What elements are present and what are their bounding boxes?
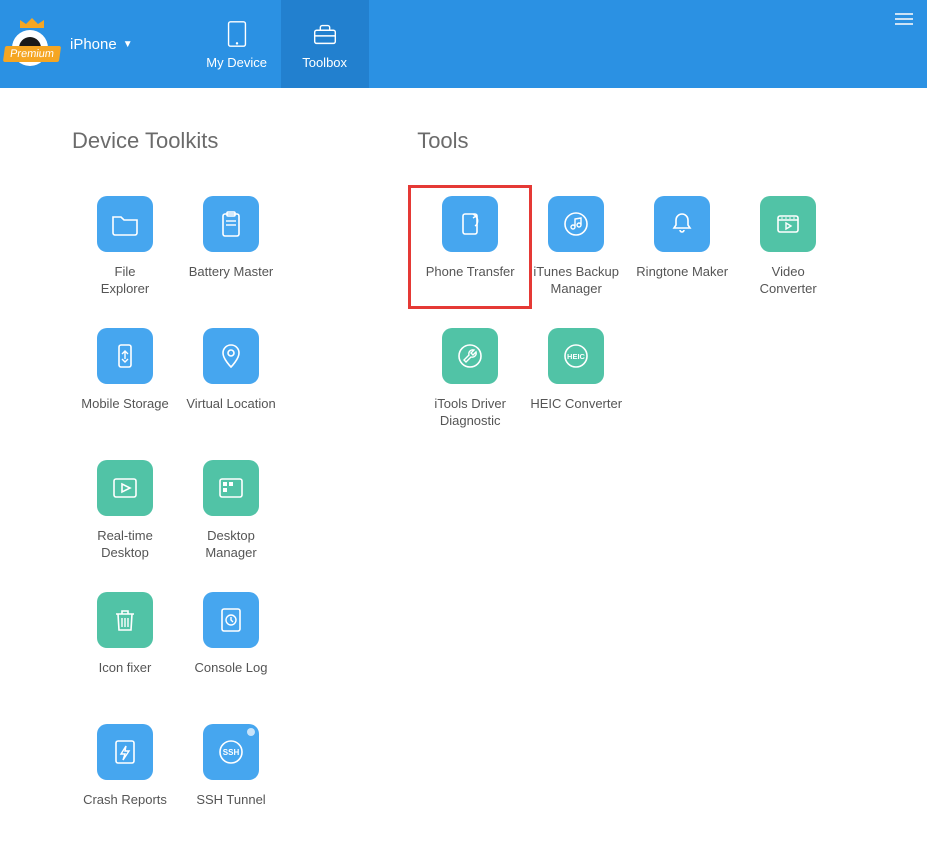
app-header: Premium iPhone ▼ My Device Toolbox [0, 0, 927, 88]
nav-tabs: My Device Toolbox [193, 0, 369, 88]
wrench-icon [442, 328, 498, 384]
tool-label: iTools DriverDiagnostic [434, 396, 506, 430]
location-pin-icon [203, 328, 259, 384]
premium-badge: Premium [3, 46, 61, 62]
toolbox-icon [310, 19, 340, 49]
tool-driver-diagnostic[interactable]: iTools DriverDiagnostic [417, 328, 523, 430]
tool-label: Crash Reports [83, 792, 167, 826]
tool-phone-transfer[interactable]: Phone Transfer [417, 196, 523, 298]
bell-icon [654, 196, 710, 252]
section-title: Device Toolkits [72, 128, 383, 154]
logo-area: Premium iPhone ▼ [0, 0, 133, 88]
tool-label: Phone Transfer [426, 264, 515, 298]
device-selector[interactable]: iPhone ▼ [70, 36, 133, 53]
tool-label: Icon fixer [99, 660, 152, 694]
tool-ringtone-maker[interactable]: Ringtone Maker [629, 196, 735, 298]
toolkit-grid: FileExplorer Battery Master Mobile Stora… [72, 196, 383, 856]
phone-transfer-icon [442, 196, 498, 252]
tool-ssh-tunnel[interactable]: SSH SSH Tunnel [178, 724, 284, 826]
heic-icon: HEIC [548, 328, 604, 384]
play-screen-icon [97, 460, 153, 516]
tool-label: SSH Tunnel [196, 792, 265, 826]
tool-battery-master[interactable]: Battery Master [178, 196, 284, 298]
tool-label: VideoConverter [760, 264, 817, 298]
section-device-toolkits: Device Toolkits FileExplorer Battery Mas… [72, 128, 383, 856]
tool-label: Battery Master [189, 264, 274, 298]
tool-icon-fixer[interactable]: Icon fixer [72, 592, 178, 694]
tool-label: Console Log [195, 660, 268, 694]
usb-drive-icon [97, 328, 153, 384]
tool-label: Ringtone Maker [636, 264, 728, 298]
tool-desktop-manager[interactable]: DesktopManager [178, 460, 284, 562]
tool-label: Virtual Location [186, 396, 275, 430]
main-content: Device Toolkits FileExplorer Battery Mas… [0, 88, 927, 856]
lightning-file-icon [97, 724, 153, 780]
tool-itunes-backup[interactable]: iTunes BackupManager [523, 196, 629, 298]
ssh-icon: SSH [203, 724, 259, 780]
tool-crash-reports[interactable]: Crash Reports [72, 724, 178, 826]
device-name: iPhone [70, 36, 117, 53]
highlight-phone-transfer: Phone Transfer [408, 185, 532, 309]
tool-mobile-storage[interactable]: Mobile Storage [72, 328, 178, 430]
section-title: Tools [417, 128, 867, 154]
tool-console-log[interactable]: Console Log [178, 592, 284, 694]
tool-heic-converter[interactable]: HEIC HEIC Converter [523, 328, 629, 430]
tool-label: HEIC Converter [530, 396, 622, 430]
tool-label: iTunes BackupManager [533, 264, 619, 298]
tab-label: Toolbox [302, 55, 347, 70]
section-tools: Tools Phone Transfer iTunes BackupManage… [417, 128, 867, 856]
clipboard-icon [203, 196, 259, 252]
tool-video-converter[interactable]: VideoConverter [735, 196, 841, 298]
chevron-down-icon: ▼ [123, 39, 133, 50]
tool-label: Real-timeDesktop [97, 528, 153, 562]
tool-realtime-desktop[interactable]: Real-timeDesktop [72, 460, 178, 562]
tool-virtual-location[interactable]: Virtual Location [178, 328, 284, 430]
grid-icon [203, 460, 259, 516]
svg-text:SSH: SSH [223, 748, 240, 757]
clock-file-icon [203, 592, 259, 648]
film-icon [760, 196, 816, 252]
tab-toolbox[interactable]: Toolbox [281, 0, 369, 88]
tools-grid: Phone Transfer iTunes BackupManager Ring… [417, 196, 867, 460]
tool-label: DesktopManager [205, 528, 256, 562]
tablet-icon [222, 19, 252, 49]
trash-icon [97, 592, 153, 648]
menu-icon[interactable] [895, 10, 913, 28]
tab-label: My Device [206, 55, 267, 70]
music-note-icon [548, 196, 604, 252]
tool-label: FileExplorer [101, 264, 149, 298]
folder-icon [97, 196, 153, 252]
tool-label: Mobile Storage [81, 396, 168, 430]
tool-file-explorer[interactable]: FileExplorer [72, 196, 178, 298]
tab-my-device[interactable]: My Device [193, 0, 281, 88]
svg-text:HEIC: HEIC [567, 352, 586, 361]
